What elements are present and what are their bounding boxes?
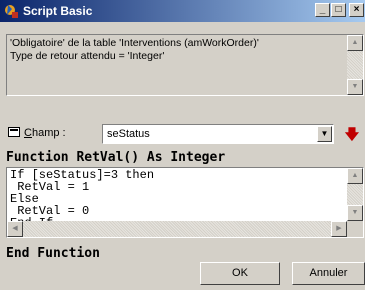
cancel-button[interactable]: Annuler <box>292 262 365 285</box>
chevron-down-icon[interactable]: ▼ <box>317 126 332 142</box>
code-horizontal-scrollbar[interactable]: ◀ ▶ <box>7 221 347 237</box>
scroll-down-icon[interactable]: ▼ <box>347 79 363 95</box>
description-text: 'Obligatoire' de la table 'Interventions… <box>10 37 340 63</box>
insert-field-arrow-icon[interactable]: 🡇 <box>342 126 362 142</box>
close-button[interactable]: × <box>349 3 364 17</box>
scroll-up-icon[interactable]: ▲ <box>347 35 363 51</box>
function-footer: End Function <box>6 246 100 261</box>
scrollbar-corner <box>347 221 363 237</box>
description-line-return-type: Type de retour attendu = 'Integer' <box>10 50 165 62</box>
field-list-icon <box>8 127 20 137</box>
code-vertical-scrollbar[interactable]: ▲ ▼ <box>347 168 363 221</box>
code-text[interactable]: If [seStatus]=3 then RetVal = 1 Else Ret… <box>10 169 154 229</box>
field-label-text: hamp : <box>31 127 66 139</box>
field-select[interactable]: seStatus ▼ <box>102 124 334 144</box>
field-row: Champ : seStatus ▼ 🡇 <box>6 124 364 144</box>
window-title: Script Basic <box>23 4 93 18</box>
app-script-icon <box>5 5 18 18</box>
description-box[interactable]: 'Obligatoire' de la table 'Interventions… <box>6 34 364 96</box>
field-label: Champ : <box>24 127 66 139</box>
field-select-value: seStatus <box>107 128 150 140</box>
function-header: Function RetVal() As Integer <box>6 150 226 165</box>
scroll-left-icon[interactable]: ◀ <box>7 221 23 237</box>
description-line-table: 'Obligatoire' de la table 'Interventions… <box>10 37 259 49</box>
scroll-up-icon[interactable]: ▲ <box>347 168 363 184</box>
minimize-button[interactable]: _ <box>315 3 330 17</box>
description-scrollbar[interactable]: ▲ ▼ <box>347 35 363 95</box>
ok-button[interactable]: OK <box>200 262 280 285</box>
title-bar[interactable]: Script Basic _ □ × <box>0 0 365 22</box>
maximize-button[interactable]: □ <box>331 3 346 17</box>
scroll-right-icon[interactable]: ▶ <box>331 221 347 237</box>
field-label-accesskey: C <box>24 127 32 139</box>
scroll-down-icon[interactable]: ▼ <box>347 205 363 221</box>
code-editor[interactable]: If [seStatus]=3 then RetVal = 1 Else Ret… <box>6 167 364 238</box>
